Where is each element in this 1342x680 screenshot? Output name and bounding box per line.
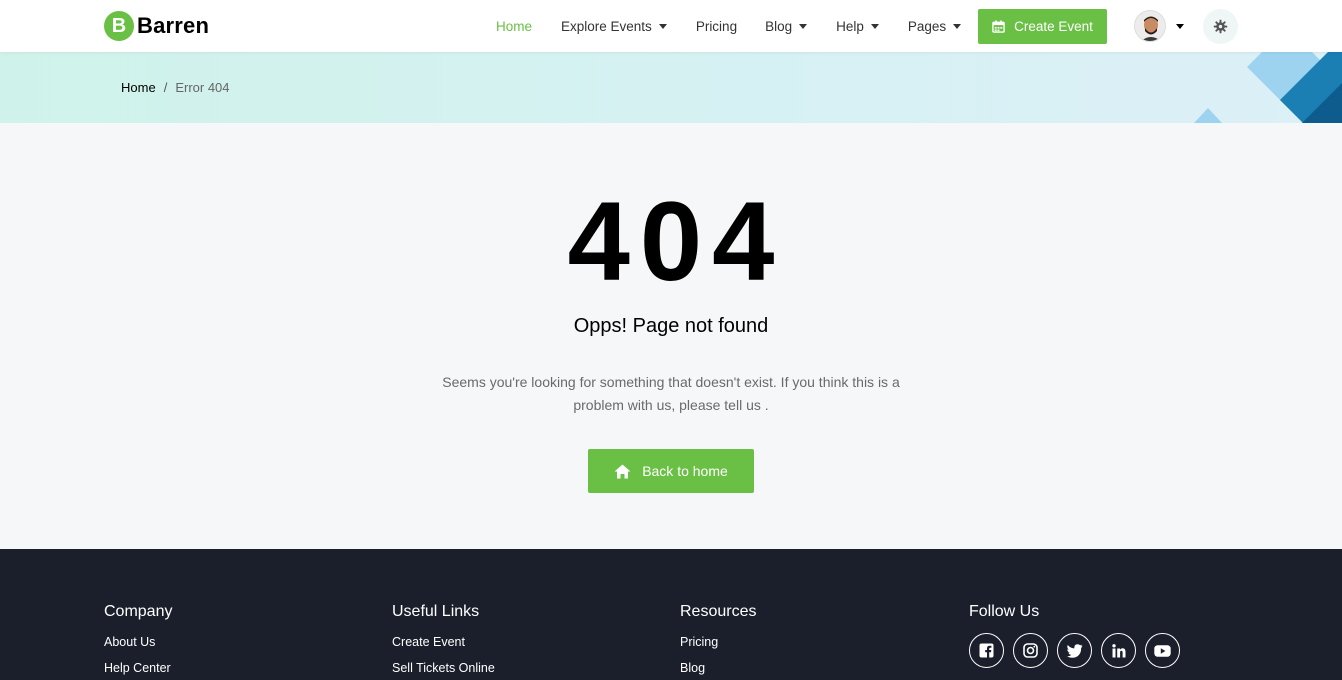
twitter-icon <box>1066 643 1082 658</box>
nav-item-pages[interactable]: Pages <box>907 18 962 34</box>
nav-item-help[interactable]: Help <box>836 19 879 34</box>
breadcrumb-separator: / <box>163 80 168 95</box>
footer-link-help-center[interactable]: Help Center <box>104 661 172 675</box>
facebook-link[interactable] <box>969 633 1004 668</box>
nav-item-label: Blog <box>765 18 793 34</box>
error-description: Seems you're looking for something that … <box>442 374 900 413</box>
breadcrumb-banner: Home / Error 404 <box>0 52 1342 123</box>
user-menu[interactable] <box>1134 10 1184 42</box>
caret-down-icon <box>1176 23 1184 29</box>
site-footer: Company About Us Help Center Useful Link… <box>0 549 1342 680</box>
brand-logo[interactable]: B Barren <box>104 11 209 41</box>
nav-item-label: Pricing <box>695 18 738 34</box>
decorative-shapes <box>1194 52 1342 123</box>
main-nav: Home Explore Events Pricing Blog Help Pa… <box>496 0 962 52</box>
home-icon <box>614 464 631 478</box>
footer-follow-us: Follow Us <box>969 603 1189 668</box>
breadcrumb-current: Error 404 <box>175 80 230 95</box>
caret-down-icon <box>658 23 667 29</box>
create-event-label: Create Event <box>1014 19 1093 34</box>
social-links <box>969 633 1189 668</box>
nav-item-blog[interactable]: Blog <box>765 18 808 34</box>
footer-resources: Resources Pricing Blog <box>680 603 756 680</box>
logo-mark: B <box>104 11 134 41</box>
nav-item-home[interactable]: Home <box>496 19 532 34</box>
nav-item-pricing[interactable]: Pricing <box>696 19 737 34</box>
top-header: B Barren Home Explore Events Pricing Blo… <box>0 0 1342 52</box>
error-title: Opps! Page not found <box>573 315 769 337</box>
twitter-link[interactable] <box>1057 633 1092 668</box>
nav-item-label: Help <box>836 18 864 34</box>
avatar <box>1134 10 1166 42</box>
caret-down-icon <box>953 23 962 29</box>
nav-item-label: Pages <box>907 18 947 34</box>
footer-link-sell-tickets[interactable]: Sell Tickets Online <box>392 661 495 675</box>
error-code: 404 <box>567 179 785 304</box>
breadcrumb-home-link[interactable]: Home <box>121 80 156 95</box>
linkedin-icon <box>1111 643 1125 657</box>
footer-heading: Company <box>104 603 173 620</box>
create-event-button[interactable]: Create Event <box>978 9 1107 44</box>
instagram-link[interactable] <box>1013 633 1048 668</box>
footer-link-blog[interactable]: Blog <box>680 661 756 675</box>
footer-heading: Follow Us <box>969 603 1040 620</box>
footer-link-create-event[interactable]: Create Event <box>392 635 495 649</box>
logo-text: Barren <box>137 13 210 38</box>
footer-useful-links: Useful Links Create Event Sell Tickets O… <box>392 603 495 680</box>
footer-heading: Useful Links <box>392 603 480 620</box>
footer-link-pricing[interactable]: Pricing <box>680 635 756 649</box>
footer-heading: Resources <box>680 603 757 620</box>
back-to-home-button[interactable]: Back to home <box>588 449 754 493</box>
calendar-icon <box>992 20 1005 33</box>
caret-down-icon <box>799 23 808 29</box>
footer-link-about-us[interactable]: About Us <box>104 635 172 649</box>
nav-item-label: Home <box>496 18 533 34</box>
nav-item-label: Explore Events <box>561 18 652 34</box>
instagram-icon <box>1023 643 1038 658</box>
footer-company: Company About Us Help Center <box>104 603 172 680</box>
theme-toggle-button[interactable] <box>1203 9 1238 44</box>
youtube-icon <box>1154 644 1171 657</box>
nav-item-explore-events[interactable]: Explore Events <box>561 19 667 34</box>
caret-down-icon <box>870 23 879 29</box>
facebook-icon <box>979 643 994 658</box>
gear-icon <box>1213 19 1228 34</box>
back-to-home-label: Back to home <box>642 463 728 479</box>
youtube-link[interactable] <box>1145 633 1180 668</box>
linkedin-link[interactable] <box>1101 633 1136 668</box>
breadcrumb: Home / Error 404 <box>121 80 230 95</box>
